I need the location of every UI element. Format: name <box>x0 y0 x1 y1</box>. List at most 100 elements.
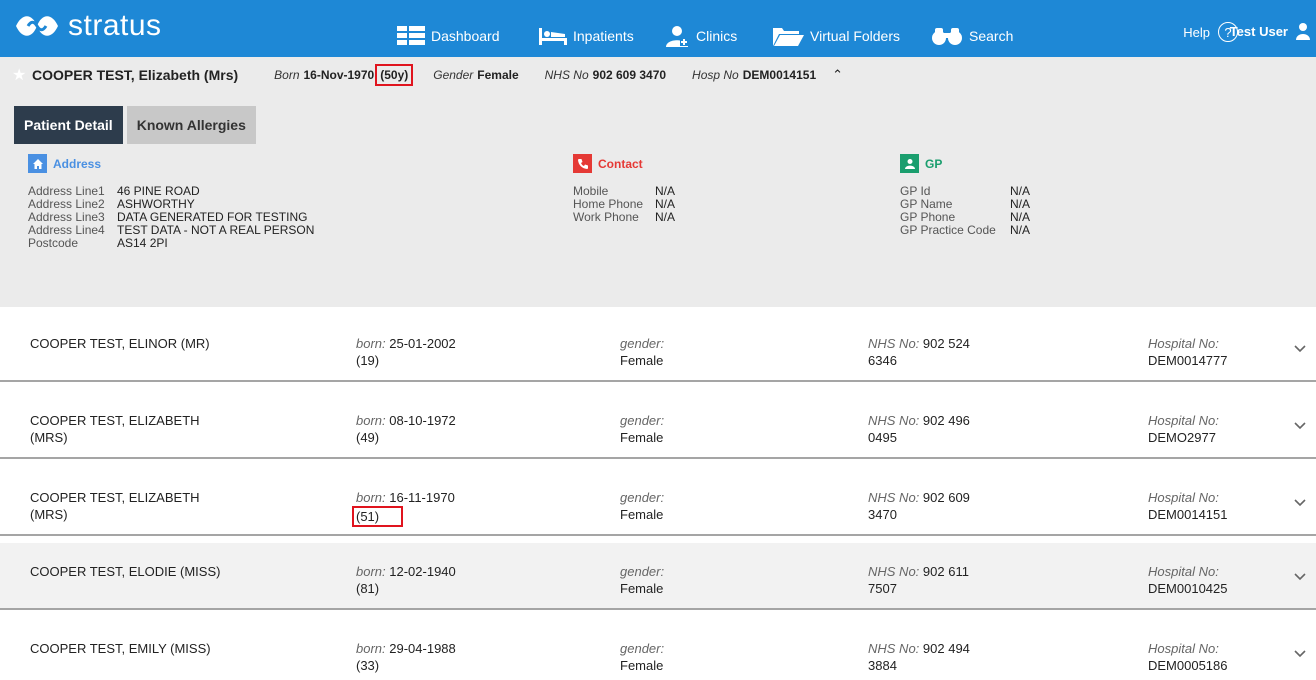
nhs-label: NHS No: <box>868 490 920 505</box>
nhs-label: NHS No <box>544 68 589 82</box>
born-label: Born <box>274 68 300 82</box>
address-fields: Address Line1 46 PINE ROAD Address Line2 A… <box>28 185 377 250</box>
patient-banner: ★ COOPER TEST, Elizabeth (Mrs) Born 16-N… <box>0 57 1316 307</box>
hosp-label: Hospital No: <box>1148 641 1219 656</box>
born-date: 25-01-2002 <box>389 336 456 351</box>
gender-label: gender: <box>620 413 665 428</box>
row-hosp: Hospital No: DEM0014151 <box>1148 489 1228 523</box>
nav-clinics[interactable]: Clinics <box>664 22 737 50</box>
phone-icon <box>573 154 592 173</box>
tab-patient-detail[interactable]: Patient Detail <box>14 106 123 144</box>
nhs-value-part2: 7507 <box>868 581 897 596</box>
born-label: born: <box>356 336 386 351</box>
nav-search[interactable]: Search <box>931 22 1013 50</box>
born-label: born: <box>356 641 386 656</box>
collapse-chevron-icon[interactable]: ⌃ <box>832 67 843 83</box>
row-gender: gender: Female <box>620 412 664 446</box>
nhs-value-part1: 902 611 <box>922 564 969 579</box>
nav-virtual-folders[interactable]: Virtual Folders <box>772 22 900 50</box>
chevron-down-icon[interactable] <box>1294 650 1306 658</box>
hosp-value: DEM0014151 <box>1148 507 1228 522</box>
patient-row[interactable]: COOPER TEST, ELIZABETH (MRS) born: 16-11… <box>0 469 1316 536</box>
address-title: Address <box>53 156 102 171</box>
row-hosp: Hospital No: DEM0005186 <box>1148 640 1228 674</box>
row-hosp: Hospital No: DEM0014777 <box>1148 335 1228 369</box>
chevron-down-icon[interactable] <box>1294 573 1306 581</box>
born-label: born: <box>356 564 386 579</box>
row-gender: gender: Female <box>620 335 664 369</box>
hosp-label: Hospital No: <box>1148 564 1219 579</box>
chevron-down-icon[interactable] <box>1294 345 1306 353</box>
age: (33) <box>356 658 380 673</box>
patient-name: COOPER TEST, Elizabeth (Mrs) <box>32 67 239 83</box>
row-nhs: NHS No: 902 609 3470 <box>868 489 1008 523</box>
nhs-value-part2: 3470 <box>868 507 897 522</box>
nav-inpatients[interactable]: Inpatients <box>539 22 634 50</box>
field-label: Postcode <box>28 236 79 250</box>
nhs-label: NHS No: <box>868 413 920 428</box>
contact-title: Contact <box>598 156 643 171</box>
dashboard-icon <box>397 26 425 45</box>
row-hosp: Hospital No: DEMO2977 <box>1148 412 1219 446</box>
row-name: COOPER TEST, ELINOR (MR) <box>30 336 210 351</box>
clinic-icon <box>666 26 688 47</box>
nhs-value-part2: 0495 <box>868 430 897 445</box>
chevron-down-icon[interactable] <box>1294 499 1306 507</box>
gp-heading: GP <box>900 154 1070 173</box>
nav-inpatients-label: Inpatients <box>573 28 634 44</box>
doctor-icon <box>900 154 919 173</box>
user-name: Test User <box>1229 23 1288 39</box>
gender-label: gender: <box>620 490 665 505</box>
row-nhs: NHS No: 902 496 0495 <box>868 412 1008 446</box>
field-value: N/A <box>655 210 676 224</box>
bed-icon <box>539 28 567 45</box>
field-label: GP Practice Code <box>900 223 996 237</box>
patient-age-highlighted: (50y) <box>375 64 414 86</box>
patient-tabs: Patient Detail Known Allergies <box>14 106 256 144</box>
user-icon <box>1296 23 1310 40</box>
patient-row[interactable]: COOPER TEST, EMILY (MISS) born: 29-04-19… <box>0 620 1316 680</box>
contact-heading: Contact <box>573 154 715 173</box>
row-name: COOPER TEST, ELODIE (MISS) <box>30 564 221 579</box>
logo-icon <box>16 16 58 36</box>
nhs-value-part1: 902 524 <box>922 336 970 351</box>
hosp-value: DEMO2977 <box>1148 430 1216 445</box>
nhs-value-part2: 3884 <box>868 658 897 673</box>
nhs-value-part1: 902 609 <box>922 490 970 505</box>
gp-title: GP <box>925 156 943 171</box>
help-label: Help <box>1183 24 1210 40</box>
logo-text: stratus <box>68 9 162 42</box>
patient-row[interactable]: COOPER TEST, ELODIE (MISS) born: 12-02-1… <box>0 543 1316 610</box>
row-nhs: NHS No: 902 524 6346 <box>868 335 1008 369</box>
hosp-value: DEM0014777 <box>1148 353 1228 368</box>
row-gender: gender: Female <box>620 489 664 523</box>
user-menu[interactable]: Test User <box>1230 22 1310 40</box>
gender-value: Female <box>620 507 664 522</box>
favourite-star-icon[interactable]: ★ <box>12 65 32 85</box>
patient-row[interactable]: COOPER TEST, ELINOR (MR) born: 25-01-200… <box>0 315 1316 382</box>
row-gender: gender: Female <box>620 640 664 674</box>
nav-dashboard[interactable]: Dashboard <box>397 22 500 50</box>
nav-dashboard-label: Dashboard <box>431 28 500 44</box>
row-nhs: NHS No: 902 611 7507 <box>868 563 1008 597</box>
row-name: COOPER TEST, ELIZABETH (MRS) <box>30 413 200 445</box>
hosp-label: Hospital No: <box>1148 490 1219 505</box>
tab-known-allergies[interactable]: Known Allergies <box>126 106 256 144</box>
home-icon <box>28 154 47 173</box>
address-panel: Address Address Line1 46 PINE ROAD Addres… <box>28 154 377 250</box>
chevron-down-icon[interactable] <box>1294 422 1306 430</box>
nav-virtual-folders-label: Virtual Folders <box>810 28 901 44</box>
hosp-value: DEM0014151 <box>742 68 817 82</box>
hosp-label: Hospital No: <box>1148 336 1219 351</box>
patient-row[interactable]: COOPER TEST, ELIZABETH (MRS) born: 08-10… <box>0 392 1316 459</box>
gender-label: gender: <box>620 564 665 579</box>
row-born: born: 12-02-1940 (81) <box>356 563 456 597</box>
born-date: 12-02-1940 <box>389 564 456 579</box>
nhs-value: 902 609 3470 <box>592 68 667 82</box>
age-highlighted: (51) <box>352 506 404 527</box>
stratus-logo[interactable]: stratus <box>14 6 162 46</box>
folder-icon <box>773 28 804 46</box>
gender-label: Gender <box>433 68 474 82</box>
address-heading: Address <box>28 154 377 173</box>
nav-search-label: Search <box>969 28 1014 44</box>
